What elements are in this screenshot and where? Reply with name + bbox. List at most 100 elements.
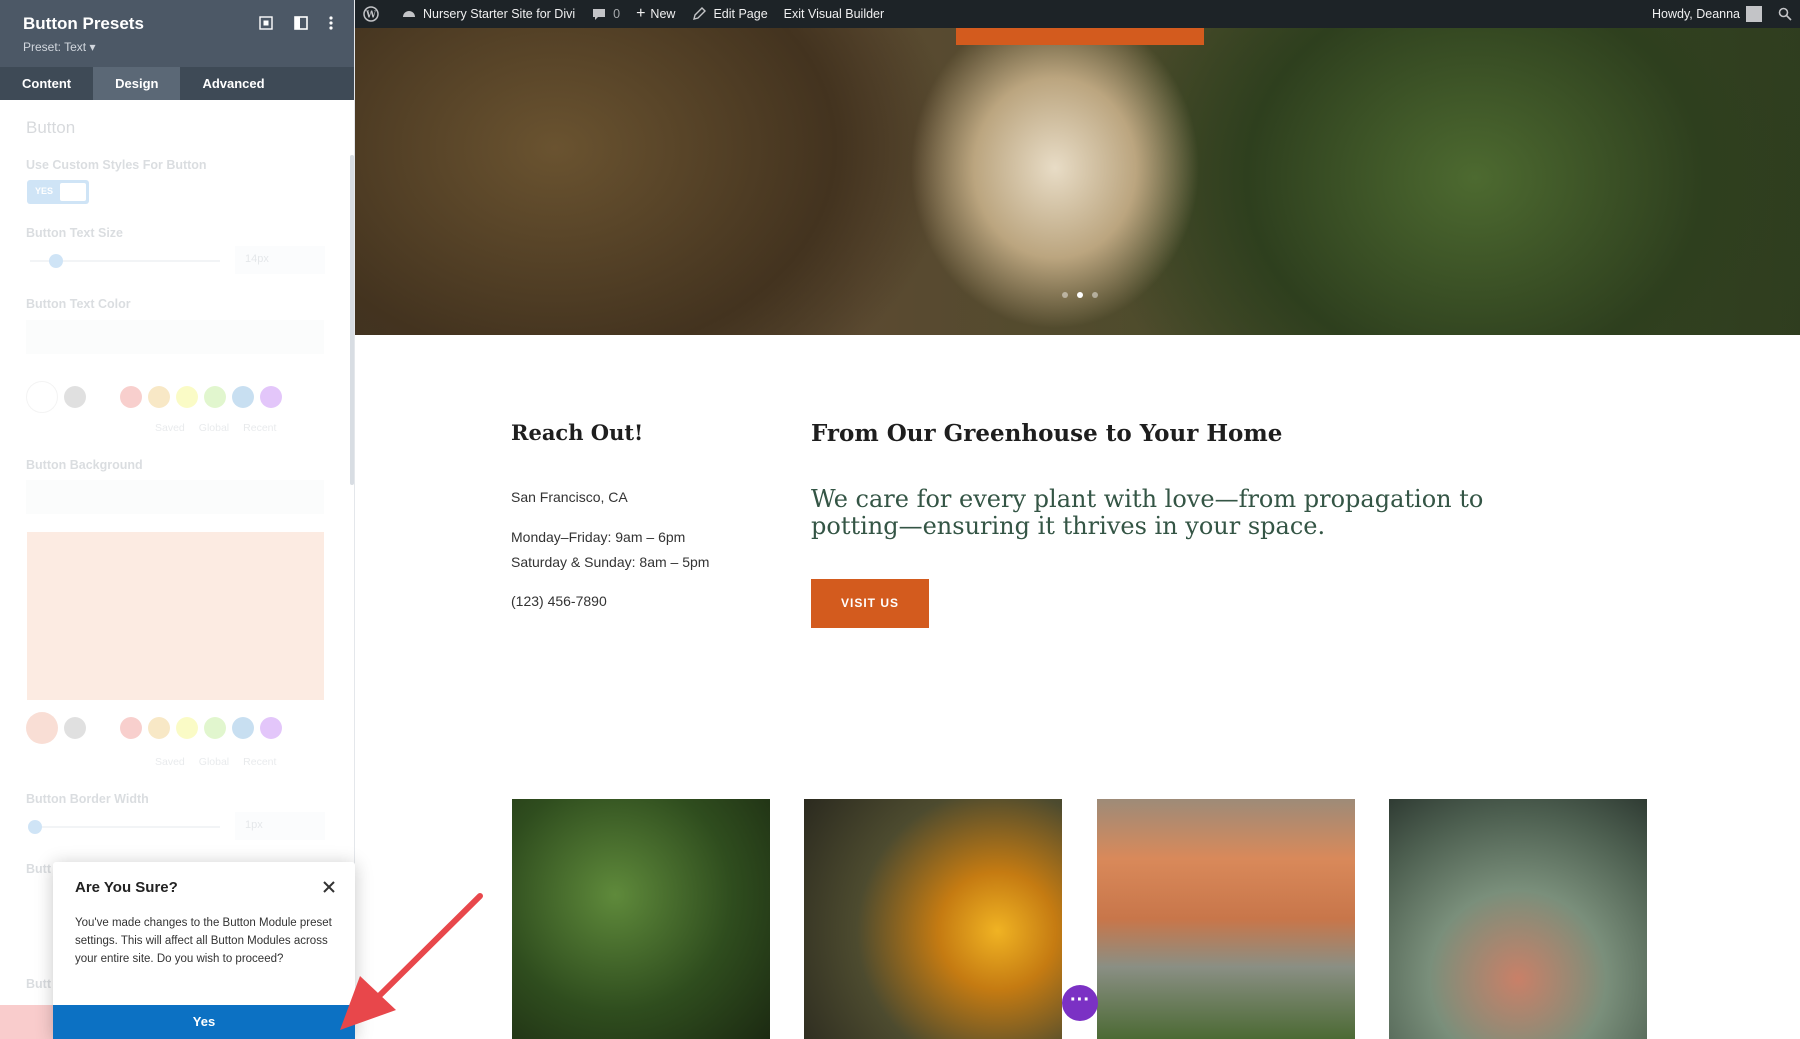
swatch[interactable]: [92, 386, 114, 408]
palette-global[interactable]: Global: [199, 756, 229, 768]
tab-content[interactable]: Content: [0, 67, 93, 100]
preset-dropdown[interactable]: Preset: Text ▾: [23, 40, 96, 54]
new-label: New: [650, 7, 676, 21]
swatch[interactable]: [232, 386, 254, 408]
truncated-label: Butt: [26, 977, 51, 991]
annotation-arrow-icon: [340, 893, 483, 1030]
wp-admin-bar: W Nursery Starter Site for Divi 0 + New …: [355, 0, 1800, 28]
panel-title: Button Presets: [23, 14, 144, 33]
swatch[interactable]: [204, 717, 226, 739]
visit-us-button[interactable]: VISIT US: [811, 579, 929, 628]
swatch[interactable]: [64, 717, 86, 739]
tagline: We care for every plant with love—from p…: [811, 485, 1484, 540]
slider-dot-active[interactable]: [1077, 292, 1083, 298]
background-color-preview[interactable]: [27, 532, 324, 700]
swatch[interactable]: [120, 386, 142, 408]
text-color-swatches: [26, 381, 282, 413]
color-picker[interactable]: [26, 712, 58, 744]
text-size-slider-handle[interactable]: [49, 254, 63, 268]
fullscreen-icon[interactable]: [257, 14, 275, 32]
swatch[interactable]: [148, 717, 170, 739]
new-link[interactable]: + New: [628, 0, 683, 28]
background-type-tabs[interactable]: [26, 480, 324, 514]
color-picker[interactable]: [26, 381, 58, 413]
tab-advanced[interactable]: Advanced: [180, 67, 286, 100]
border-width-slider-handle[interactable]: [28, 820, 42, 834]
dialog-title: Are You Sure?: [75, 879, 178, 896]
palette-saved[interactable]: Saved: [155, 422, 185, 434]
search-icon: [1778, 7, 1792, 21]
reach-out-heading: Reach Out!: [511, 420, 644, 445]
dialog-message: You've made changes to the Button Module…: [75, 917, 332, 965]
panel-tabs: Content Design Advanced: [0, 67, 354, 100]
swatch[interactable]: [176, 386, 198, 408]
comments-link[interactable]: 0: [583, 0, 628, 28]
discard-button[interactable]: [0, 1005, 53, 1039]
swatch[interactable]: [176, 717, 198, 739]
exit-builder-label: Exit Visual Builder: [783, 7, 885, 21]
custom-styles-toggle[interactable]: YES: [27, 180, 89, 204]
yes-button[interactable]: Yes: [53, 1005, 355, 1039]
edit-page-label: Edit Page: [713, 7, 768, 21]
location-text: San Francisco, CA: [511, 489, 628, 505]
palette-recent[interactable]: Recent: [243, 756, 276, 768]
site-name: Nursery Starter Site for Divi: [423, 7, 576, 21]
search-button[interactable]: [1770, 0, 1800, 28]
greeting: Howdy, Deanna: [1651, 7, 1740, 21]
panel-header: Button Presets Preset: Text ▾ Content De…: [0, 0, 354, 100]
swatch[interactable]: [204, 386, 226, 408]
palette-tabs: Saved Global Recent: [155, 422, 276, 434]
swatch[interactable]: [64, 386, 86, 408]
border-width-slider[interactable]: [30, 826, 220, 828]
phone-number: (123) 456-7890: [511, 593, 607, 609]
hero-button[interactable]: [956, 28, 1204, 45]
panel-scrollbar[interactable]: [350, 155, 354, 485]
text-size-label: Button Text Size: [26, 226, 123, 240]
swatch[interactable]: [260, 386, 282, 408]
greenhouse-heading: From Our Greenhouse to Your Home: [811, 420, 1283, 447]
svg-text:W: W: [365, 11, 377, 21]
slider-dot[interactable]: [1062, 292, 1068, 298]
confirm-dialog: Are You Sure? You've made changes to the…: [53, 862, 355, 1039]
swatch[interactable]: [232, 717, 254, 739]
wordpress-icon: W: [363, 6, 379, 22]
background-label: Button Background: [26, 458, 143, 472]
weekend-hours: Saturday & Sunday: 8am – 5pm: [511, 554, 710, 570]
account-menu[interactable]: Howdy, Deanna: [1644, 0, 1770, 28]
avatar: [1746, 6, 1762, 22]
edit-page-link[interactable]: Edit Page: [683, 0, 775, 28]
plus-icon: +: [636, 5, 646, 22]
toggle-value: YES: [35, 186, 54, 196]
exit-visual-builder-link[interactable]: Exit Visual Builder: [776, 0, 893, 28]
split-view-icon[interactable]: [292, 14, 310, 32]
more-options-icon[interactable]: [322, 14, 340, 32]
device-tabs[interactable]: [26, 320, 324, 354]
comment-icon: [593, 9, 606, 20]
comments-count: 0: [613, 7, 621, 21]
text-size-value[interactable]: 14px: [235, 246, 325, 274]
hero-slider: [355, 28, 1800, 335]
slider-dot[interactable]: [1092, 292, 1098, 298]
site-name-link[interactable]: Nursery Starter Site for Divi: [393, 0, 583, 28]
dashboard-icon: [403, 11, 415, 17]
flowers-photo: [804, 799, 1062, 1039]
palette-global[interactable]: Global: [199, 422, 229, 434]
custom-styles-label: Use Custom Styles For Button: [26, 158, 207, 172]
tab-design[interactable]: Design: [93, 67, 181, 100]
background-color-swatches: [26, 712, 282, 744]
truncated-label: Butt: [26, 862, 51, 876]
border-width-value[interactable]: 1px: [235, 812, 325, 840]
palette-saved[interactable]: Saved: [155, 756, 185, 768]
toggle-knob: [60, 183, 86, 201]
section-title[interactable]: Button: [26, 118, 75, 138]
palette-recent[interactable]: Recent: [243, 422, 276, 434]
swatch[interactable]: [92, 717, 114, 739]
succulents-photo: [1389, 799, 1647, 1039]
border-width-label: Button Border Width: [26, 792, 149, 806]
swatch[interactable]: [120, 717, 142, 739]
builder-more-button[interactable]: ···: [1062, 985, 1098, 1021]
terracotta-pots-photo: [1097, 799, 1355, 1039]
swatch[interactable]: [148, 386, 170, 408]
wordpress-logo[interactable]: W: [355, 0, 393, 28]
swatch[interactable]: [260, 717, 282, 739]
